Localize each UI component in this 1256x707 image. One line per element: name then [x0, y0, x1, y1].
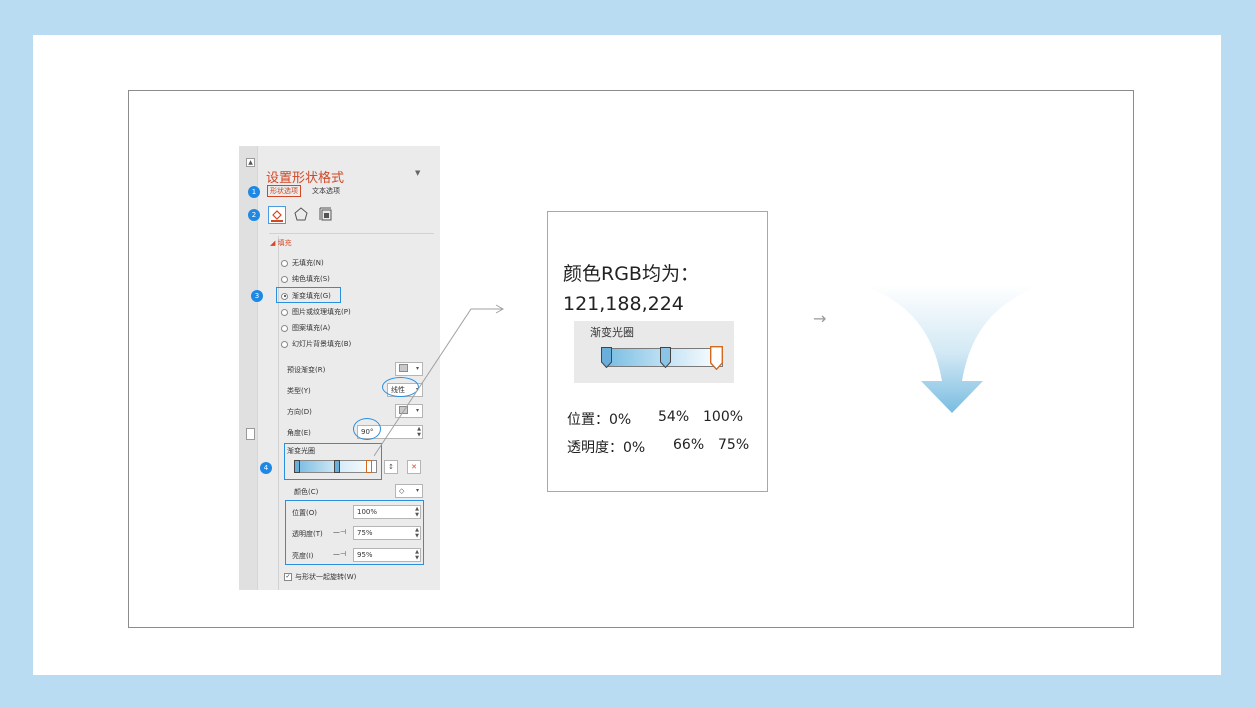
gradient-stops-preview: 渐变光圈: [574, 321, 734, 383]
tab-shape-options[interactable]: 形状选项: [267, 185, 301, 197]
divider: [269, 233, 434, 234]
card-heading: 颜色RGB均为： 121,188,224: [563, 259, 699, 319]
pane-title: 设置形状格式: [266, 171, 345, 186]
paint-bucket-icon: [271, 210, 283, 222]
step-badge-2: 2: [248, 209, 260, 221]
radio-dot: [281, 340, 288, 348]
position-label: 位置(O): [292, 509, 317, 517]
direction-label: 方向(D): [287, 408, 312, 416]
gradient-stop-1[interactable]: [294, 460, 300, 473]
spinner-icon[interactable]: ▲ ▼: [415, 527, 419, 539]
radio-label: 无填充(N): [292, 259, 324, 267]
radio-dot: [281, 275, 288, 283]
gradient-stop-2[interactable]: [334, 460, 340, 473]
position-value: 100%: [357, 508, 378, 516]
checkbox-label: 与形状一起旋转(W): [295, 573, 357, 581]
pentagon-icon: [294, 207, 308, 221]
rotate-with-shape-checkbox[interactable]: ✓ 与形状一起旋转(W): [284, 572, 356, 582]
radio-label: 图片或纹理填充(P): [292, 308, 351, 316]
brightness-value: 95%: [357, 551, 373, 559]
preview-stop-3: [710, 346, 723, 370]
add-stop-button[interactable]: ↕: [384, 460, 398, 474]
fill-line-tab[interactable]: [268, 206, 286, 224]
paint-bucket-icon: ◇: [399, 487, 405, 495]
heading-line-1: 颜色RGB均为：: [563, 263, 699, 285]
spinner-icon[interactable]: ▲ ▼: [415, 506, 419, 518]
brightness-input[interactable]: 95% ▲ ▼: [353, 548, 421, 562]
transparency-value: 75%: [357, 529, 373, 537]
remove-stop-button[interactable]: ✕: [407, 460, 421, 474]
gradient-fill-highlight: [276, 287, 341, 303]
chevron-down-icon: ▾: [415, 487, 419, 494]
preview-stop-2: [660, 347, 671, 368]
transparency-row-label: 透明度：0%: [567, 440, 646, 456]
radio-label: 纯色填充(S): [292, 275, 330, 283]
gradient-info-card: 颜色RGB均为： 121,188,224 渐变光圈 位置：0% 54% 100%…: [547, 211, 768, 492]
radio-dot: [281, 259, 288, 267]
transparency-slider-icon[interactable]: —⊣: [333, 528, 346, 536]
position-row-label: 位置：0%: [567, 412, 632, 428]
transparency-row-value-2: 66%: [673, 437, 705, 453]
gradient-stops-label: 渐变光圈: [287, 447, 315, 455]
position-input[interactable]: 100% ▲ ▼: [353, 505, 421, 519]
radio-dot: [281, 308, 288, 316]
connector-arrow-icon: [374, 304, 504, 457]
spinner-icon[interactable]: ▲ ▼: [415, 549, 419, 561]
type-label: 类型(Y): [287, 387, 311, 395]
scroll-thumb[interactable]: [246, 428, 255, 440]
preview-stop-1: [601, 347, 612, 368]
radio-dot: [281, 324, 288, 332]
fill-section-label: 填充: [277, 239, 292, 247]
scroll-up-icon[interactable]: ▲: [246, 158, 255, 167]
radio-slide-bg-fill[interactable]: 幻灯片背景填充(B): [281, 339, 351, 349]
transparency-row-value-3: 75%: [718, 437, 750, 453]
step-badge-3: 3: [251, 290, 263, 302]
transparency-input[interactable]: 75% ▲ ▼: [353, 526, 421, 540]
radio-solid-fill[interactable]: 纯色填充(S): [281, 274, 330, 284]
tab-text-options[interactable]: 文本选项: [312, 186, 340, 196]
preview-title: 渐变光圈: [590, 326, 634, 339]
size-properties-icon: [319, 207, 332, 221]
size-properties-tab[interactable]: [318, 206, 336, 224]
color-label: 颜色(C): [294, 488, 319, 496]
preset-gradient-label: 预设渐变(R): [287, 366, 326, 374]
color-picker[interactable]: ◇ ▾: [395, 484, 423, 498]
position-row-value-2: 54%: [658, 409, 690, 425]
pane-options-chevron-icon[interactable]: ▼: [415, 169, 420, 177]
checkbox-check-icon: ✓: [284, 573, 292, 581]
radio-label: 幻灯片背景填充(B): [292, 340, 352, 348]
radio-label: 图案填充(A): [292, 324, 331, 332]
brightness-slider-icon[interactable]: —⊣: [333, 550, 346, 558]
angle-label: 角度(E): [287, 429, 311, 437]
radio-picture-fill[interactable]: 图片或纹理填充(P): [281, 307, 351, 317]
radio-no-fill[interactable]: 无填充(N): [281, 258, 324, 268]
fill-section-title[interactable]: ◢ 填充: [270, 238, 292, 248]
step-badge-1: 1: [248, 186, 260, 198]
effects-tab[interactable]: [293, 206, 311, 224]
transparency-label: 透明度(T): [292, 530, 323, 538]
position-row-value-3: 100%: [703, 409, 744, 425]
heading-line-2: 121,188,224: [563, 293, 684, 315]
gradient-arrow-shape: [862, 285, 1042, 413]
gradient-stop-3[interactable]: [366, 460, 372, 473]
arrow-right-icon: →: [813, 309, 827, 328]
brightness-label: 亮度(I): [292, 552, 314, 560]
step-badge-4: 4: [260, 462, 272, 474]
radio-pattern-fill[interactable]: 图案填充(A): [281, 323, 330, 333]
